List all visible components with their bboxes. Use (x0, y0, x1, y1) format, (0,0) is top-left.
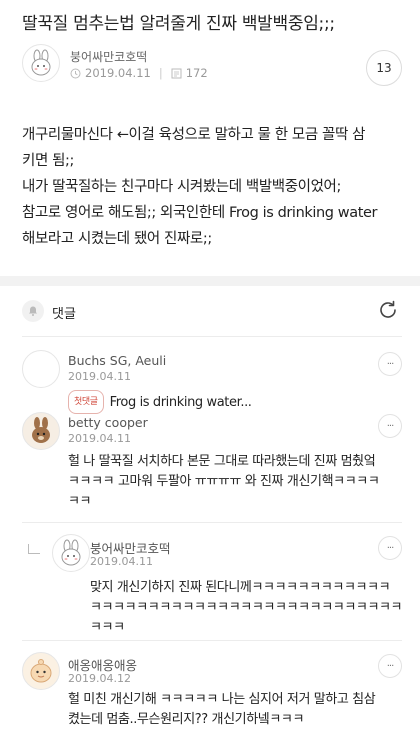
divider (22, 640, 402, 641)
comment-item: betty cooper 2019.04.11 ··· 헐 나 딸꾹질 서치하다… (22, 412, 402, 520)
post-body: 개구리물마신다 ←이걸 육성으로 말하고 물 한 모금 꼴딱 삼 키면 됨;; … (22, 122, 402, 252)
body-line: 해보라고 시켰는데 됐어 진짜로;; (22, 231, 212, 247)
author-avatar[interactable] (22, 44, 60, 82)
body-line: 개구리물마신다 ←이걸 육성으로 말하고 물 한 모금 꼴딱 삼 (22, 127, 366, 143)
commenter-avatar[interactable] (22, 652, 60, 690)
comment-count-button[interactable]: 13 (366, 50, 402, 86)
comment-line: 헐 미친 개신기해 ㅋㅋㅋㅋㅋ 나는 심지어 저거 말하고 침삼 (68, 692, 376, 707)
comment-line: ㅋㅋㅋ (90, 620, 125, 635)
comment-line: 맞지 개신기하지 진짜 된다니께ㅋㅋㅋㅋㅋㅋㅋㅋㅋㅋㅋㅋ (90, 580, 391, 595)
body-line: 참고로 영어로 해도됨;; 외국인한테 Frog is drinking wat… (22, 205, 378, 221)
body-line: 내가 딸꾹질하는 친구마다 시켜봤는데 백발백중이었어; (22, 179, 341, 195)
comment-line: 헐 나 딸꾹질 서치하다 본문 그대로 따라했는데 진짜 멈췄엌 (68, 454, 376, 469)
author-name[interactable]: 붕어싸만코호떡 (70, 48, 147, 65)
more-options-button[interactable]: ··· (378, 352, 402, 376)
refresh-icon[interactable] (376, 298, 400, 322)
comment-line-text: Frog is drinking water... (109, 395, 252, 410)
divider (22, 522, 402, 523)
post-views: 172 (185, 66, 208, 80)
more-options-button[interactable]: ··· (378, 654, 402, 678)
comment-line: 첫댓글 Frog is drinking water... (68, 390, 252, 414)
comment-line: ㅋㅋㅋㅋㅋㅋㅋㅋㅋㅋㅋㅋㅋㅋㅋㅋㅋㅋㅋㅋㅋㅋㅋㅋㅋㅋㅋ (90, 600, 403, 615)
commenter-avatar[interactable] (52, 534, 90, 572)
views-icon (171, 68, 182, 78)
reply-arrow-icon (28, 544, 40, 554)
comment-date: 2019.04.11 (68, 370, 131, 383)
commenter-name[interactable]: betty cooper (68, 415, 148, 430)
notification-bell-icon[interactable] (22, 300, 44, 322)
post-author-row: 붕어싸만코호떡 2019.04.11 | 172 13 (22, 44, 402, 86)
comment-line: ㅋㅋㅋㅋ 고마워 두팔아 ㅠㅠㅠㅠ 와 진짜 개신기핵ㅋㅋㅋㅋ (68, 474, 380, 489)
post-meta: 2019.04.11 | 172 (70, 66, 208, 80)
comments-header: 댓글 (22, 296, 402, 326)
comment-line: ㅋㅋ (68, 494, 92, 509)
comments-label: 댓글 (52, 307, 76, 322)
comment-text: 첫댓글 Frog is drinking water... (68, 390, 252, 414)
body-line: 키면 됨;; (22, 153, 74, 169)
bear-avatar-icon (32, 417, 50, 443)
meta-separator: | (158, 66, 163, 80)
post-date: 2019.04.11 (85, 66, 151, 80)
comment-item: 애옹애옹애옹 2019.04.12 ··· 헐 미친 개신기해 ㅋㅋㅋㅋㅋ 나는… (22, 652, 402, 732)
character-avatar-icon (30, 659, 52, 683)
comment-date: 2019.04.12 (68, 672, 131, 685)
reply-item: 붕어싸만코호떡 2019.04.11 ··· 맞지 개신기하지 진짜 된다니께ㅋ… (22, 532, 403, 638)
clock-icon (70, 68, 81, 78)
post-title: 딸꾹질 멈추는법 알려줄게 진짜 백발백중임;;; (22, 14, 335, 34)
bunny-avatar-icon (61, 539, 81, 566)
comment-text: 헐 미친 개신기해 ㅋㅋㅋㅋㅋ 나는 심지어 저거 말하고 침삼 켰는데 멈춤.… (68, 690, 376, 730)
comment-line: 켰는데 멈춤..무슨원리지?? 개신기하넼ㅋㅋㅋ (68, 712, 305, 727)
first-comment-badge: 첫댓글 (68, 390, 104, 414)
section-divider (0, 276, 420, 286)
bunny-avatar-icon (31, 49, 51, 76)
comment-item: Buchs SG, Aeuli 2019.04.11 ··· 첫댓글 Frog i… (22, 350, 402, 414)
commenter-avatar[interactable] (22, 412, 60, 450)
comment-date: 2019.04.11 (90, 555, 153, 568)
comment-date: 2019.04.11 (68, 432, 131, 445)
more-options-button[interactable]: ··· (378, 536, 402, 560)
comment-text: 헐 나 딸꾹질 서치하다 본문 그대로 따라했는데 진짜 멈췄엌 ㅋㅋㅋㅋ 고마… (68, 452, 380, 512)
commenter-avatar[interactable] (22, 350, 60, 388)
commenter-name[interactable]: Buchs SG, Aeuli (68, 353, 166, 368)
divider (22, 336, 402, 337)
comment-text: 맞지 개신기하지 진짜 된다니께ㅋㅋㅋㅋㅋㅋㅋㅋㅋㅋㅋㅋ ㅋㅋㅋㅋㅋㅋㅋㅋㅋㅋㅋ… (90, 578, 403, 638)
more-options-button[interactable]: ··· (378, 414, 402, 438)
